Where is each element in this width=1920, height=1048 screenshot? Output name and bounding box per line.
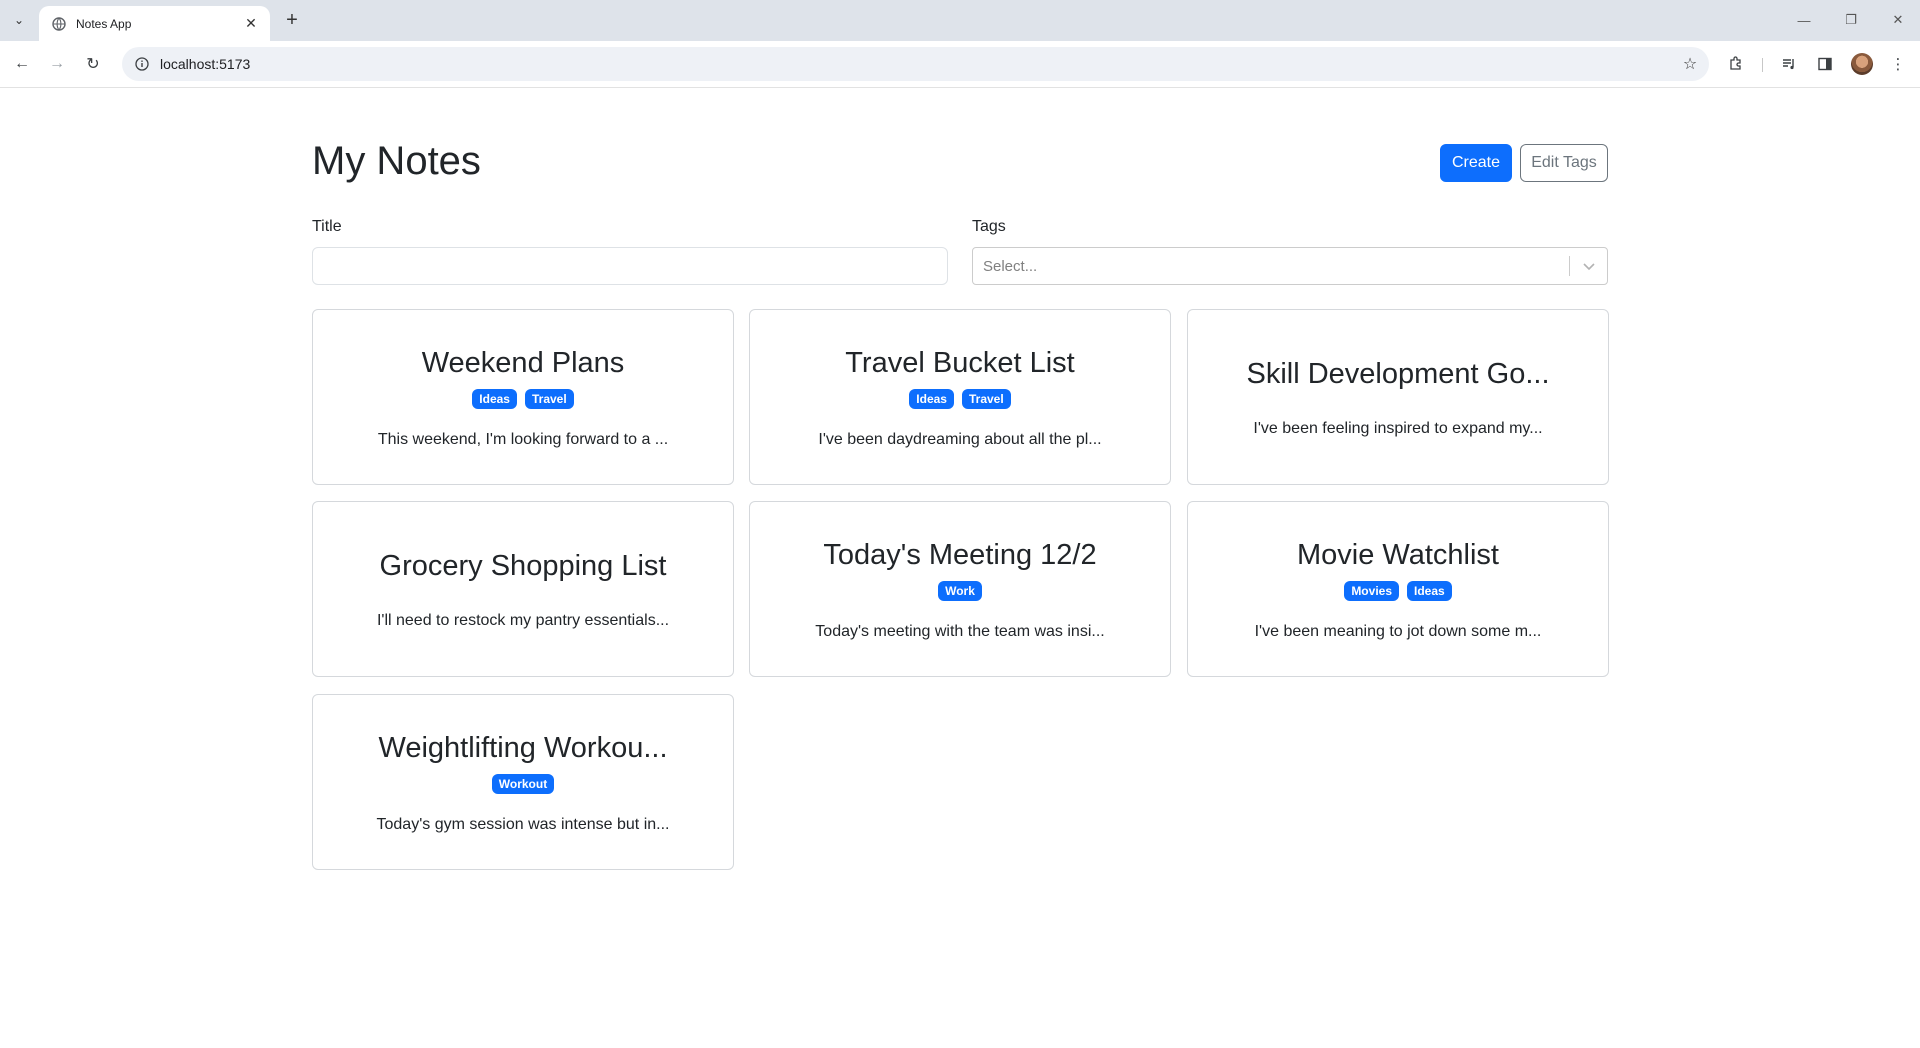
tag-badge: Workout: [491, 774, 555, 794]
title-input[interactable]: [312, 247, 948, 285]
tag-badge: Travel: [961, 389, 1011, 409]
note-card[interactable]: Weightlifting Workou... Workout Today's gy…: [312, 694, 734, 870]
note-preview: I'll need to restock my pantry essential…: [376, 612, 670, 629]
tag-badge: Movies: [1344, 581, 1399, 601]
note-title: Weekend Plans: [421, 347, 625, 379]
extensions-icon[interactable]: [1724, 52, 1748, 76]
tag-badge: Work: [938, 581, 982, 601]
note-tags: Workout: [491, 774, 555, 794]
tags-placeholder: Select...: [983, 258, 1038, 275]
tab-title: Notes App: [76, 16, 132, 31]
side-panel-icon[interactable]: [1813, 52, 1837, 76]
browser-toolbar: ← → ↻ localhost:5173 ☆ ⋮: [0, 41, 1920, 88]
new-tab-icon[interactable]: +: [281, 9, 303, 31]
note-tags: Work: [938, 581, 982, 601]
browser-tab[interactable]: Notes App ✕: [39, 6, 270, 41]
note-card[interactable]: Today's Meeting 12/2 Work Today's meeting …: [749, 501, 1171, 677]
close-icon[interactable]: ✕: [242, 15, 260, 33]
note-preview: I've been feeling inspired to expand my.…: [1253, 420, 1543, 437]
note-preview: I've been daydreaming about all the pl..…: [818, 431, 1102, 448]
note-card[interactable]: Skill Development Go... I've been feeling…: [1187, 309, 1609, 485]
note-title: Weightlifting Workou...: [378, 732, 668, 764]
title-label: Title: [312, 218, 342, 235]
note-tags: Ideas Travel: [472, 389, 574, 409]
note-title: Skill Development Go...: [1246, 358, 1550, 390]
tag-badge: Ideas: [1407, 581, 1452, 601]
note-preview: Today's gym session was intense but in..…: [376, 816, 670, 833]
tags-select[interactable]: Select...: [972, 247, 1608, 285]
media-icon[interactable]: [1777, 52, 1801, 76]
note-preview: Today's meeting with the team was insi..…: [815, 623, 1105, 640]
window-close-icon[interactable]: ✕: [1878, 8, 1918, 32]
note-title: Grocery Shopping List: [379, 550, 667, 582]
note-title: Movie Watchlist: [1297, 539, 1499, 571]
minimize-icon[interactable]: —: [1784, 8, 1824, 32]
note-tags: Movies Ideas: [1344, 581, 1452, 601]
profile-avatar[interactable]: [1851, 53, 1873, 75]
edit-tags-button[interactable]: Edit Tags: [1520, 144, 1608, 182]
site-info-icon[interactable]: [134, 56, 150, 72]
browser-tabstrip: ⌄ Notes App ✕ + — ❐ ✕: [0, 0, 1920, 41]
note-card[interactable]: Travel Bucket List Ideas Travel I've been d…: [749, 309, 1171, 485]
forward-icon[interactable]: →: [45, 52, 69, 76]
tag-badge: Ideas: [472, 389, 517, 409]
url-text: localhost:5173: [160, 56, 251, 72]
globe-icon: [51, 16, 67, 32]
select-separator: [1569, 256, 1570, 276]
restore-icon[interactable]: ❐: [1831, 8, 1871, 32]
back-icon[interactable]: ←: [10, 52, 34, 76]
note-card[interactable]: Movie Watchlist Movies Ideas I've been mean…: [1187, 501, 1609, 677]
note-title: Today's Meeting 12/2: [823, 539, 1097, 571]
address-bar[interactable]: localhost:5173 ☆: [122, 47, 1709, 81]
toolbar-divider: [1762, 58, 1763, 72]
bookmark-star-icon[interactable]: ☆: [1681, 55, 1699, 73]
note-card[interactable]: Weekend Plans Ideas Travel This weekend, I'…: [312, 309, 734, 485]
page-title: My Notes: [312, 139, 481, 183]
note-preview: I've been meaning to jot down some m...: [1254, 623, 1542, 640]
create-button[interactable]: Create: [1440, 144, 1512, 182]
chevron-down-icon[interactable]: [1579, 256, 1599, 276]
note-card[interactable]: Grocery Shopping List I'll need to restoc…: [312, 501, 734, 677]
note-preview: This weekend, I'm looking forward to a .…: [377, 431, 669, 448]
tag-badge: Travel: [524, 389, 574, 409]
reload-icon[interactable]: ↻: [81, 52, 105, 76]
tag-badge: Ideas: [909, 389, 954, 409]
note-tags: Ideas Travel: [909, 389, 1011, 409]
tags-label: Tags: [972, 218, 1006, 235]
tab-search-icon[interactable]: ⌄: [8, 9, 30, 31]
note-title: Travel Bucket List: [845, 347, 1075, 379]
more-menu-icon[interactable]: ⋮: [1886, 52, 1910, 76]
